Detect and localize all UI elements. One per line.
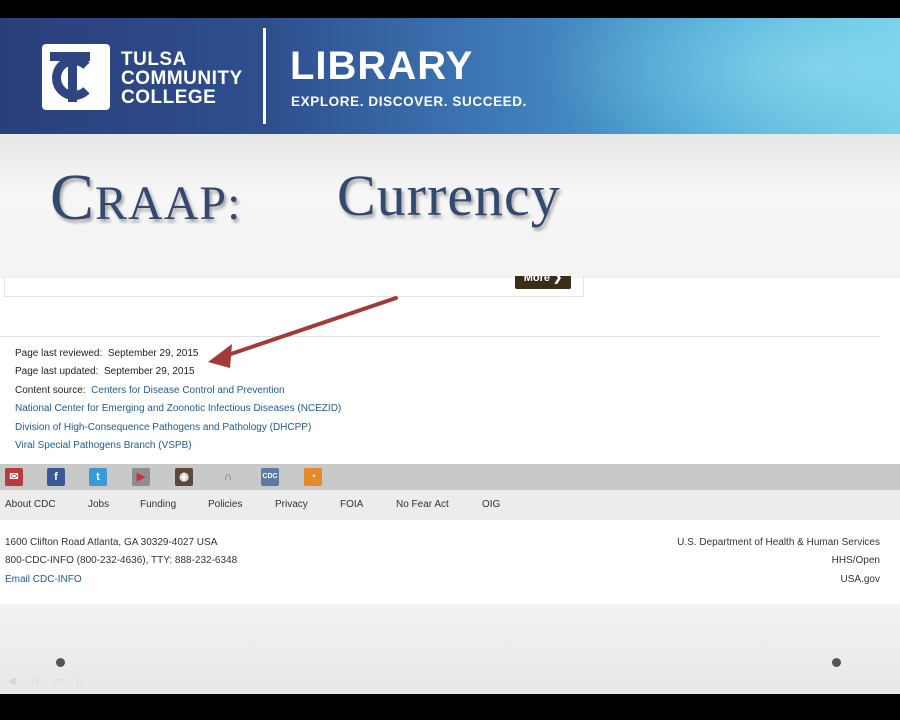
webpage-content: More ❯ Page last reviewed: September 29,… xyxy=(0,276,900,464)
banner-divider xyxy=(263,28,266,124)
email-icon[interactable]: ✉ xyxy=(5,468,23,486)
footer-link-funding[interactable]: Funding xyxy=(140,499,176,510)
slide-stage: TULSA COMMUNITY COLLEGE LIBRARY EXPLORE.… xyxy=(0,0,900,720)
phone-line: 800-CDC-INFO (800-232-4636), TTY: 888-23… xyxy=(5,555,238,566)
podcast-icon[interactable]: ∩ xyxy=(219,468,237,486)
usa-gov-link[interactable]: USA.gov xyxy=(841,574,880,585)
footer-link-oig[interactable]: OIG xyxy=(482,499,500,510)
footer-address: 1600 Clifton Road Atlanta, GA 30329-4027… xyxy=(0,520,900,604)
facebook-icon[interactable]: f xyxy=(47,468,65,486)
youtube-icon[interactable]: ▶ xyxy=(132,468,150,486)
footer-link-about[interactable]: About CDC xyxy=(5,499,56,510)
instagram-icon[interactable]: ◉ xyxy=(175,468,193,486)
slide-title-craap: CRAAP: xyxy=(50,161,242,234)
library-tagline: EXPLORE. DISCOVER. SUCCEED. xyxy=(291,94,527,109)
slide-footer: ◀ ◁ ▭ ▷ xyxy=(0,604,900,694)
footer-link-policies[interactable]: Policies xyxy=(208,499,242,510)
footer-link-no-fear-act[interactable]: No Fear Act xyxy=(396,499,449,510)
slide-marker-right xyxy=(832,658,841,667)
twitter-icon[interactable]: t xyxy=(89,468,107,486)
tcc-logo xyxy=(42,44,110,110)
footer-nav: About CDC Jobs Funding Policies Privacy … xyxy=(0,490,900,520)
footer-link-privacy[interactable]: Privacy xyxy=(275,499,308,510)
slide-controls[interactable]: ◀ ◁ ▭ ▷ xyxy=(8,676,91,687)
footer-link-jobs[interactable]: Jobs xyxy=(88,499,109,510)
footer-link-foia[interactable]: FOIA xyxy=(340,499,363,510)
library-title: LIBRARY xyxy=(290,44,474,88)
library-banner: TULSA COMMUNITY COLLEGE LIBRARY EXPLORE.… xyxy=(0,18,900,134)
address-line: 1600 Clifton Road Atlanta, GA 30329-4027… xyxy=(5,537,218,548)
hhs-open-link[interactable]: HHS/Open xyxy=(832,555,880,566)
social-bar: ✉ f t ▶ ◉ ∩ CDC ◔ xyxy=(0,464,900,490)
email-link[interactable]: Email CDC-INFO xyxy=(5,574,82,585)
slide-marker-left xyxy=(56,658,65,667)
cdc-tv-icon[interactable]: CDC xyxy=(261,468,279,486)
annotation-arrow xyxy=(208,296,398,368)
hhs-link[interactable]: U.S. Department of Health & Human Servic… xyxy=(677,537,880,548)
college-name: TULSA COMMUNITY COLLEGE xyxy=(121,49,243,108)
slide-title-band: CRAAP: Currency xyxy=(0,134,900,278)
rss-icon[interactable]: ◔ xyxy=(304,468,322,486)
slide-title-topic: Currency xyxy=(337,163,561,228)
